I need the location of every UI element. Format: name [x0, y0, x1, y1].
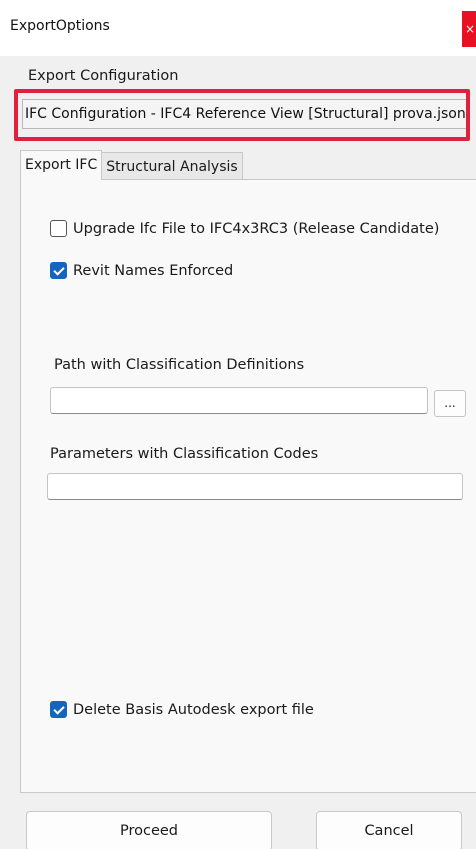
revit-names-checkbox[interactable]	[50, 262, 67, 279]
upgrade-ifc-option[interactable]: Upgrade Ifc File to IFC4x3RC3 (Release C…	[50, 220, 439, 237]
delete-basis-label: Delete Basis Autodesk export file	[73, 701, 314, 718]
classification-params-label: Parameters with Classification Codes	[50, 446, 319, 462]
tab-export-ifc[interactable]: Export IFC	[20, 150, 103, 180]
classification-path-input[interactable]	[50, 387, 428, 414]
delete-basis-option[interactable]: Delete Basis Autodesk export file	[50, 701, 314, 718]
cancel-button[interactable]: Cancel	[316, 811, 462, 849]
classification-path-label: Path with Classification Definitions	[54, 357, 305, 373]
classification-params-input[interactable]	[47, 473, 463, 500]
tab-structural-analysis[interactable]: Structural Analysis	[102, 152, 243, 180]
close-icon: ×	[465, 22, 476, 36]
browse-button[interactable]: ...	[434, 390, 466, 417]
window-title: ExportOptions	[10, 18, 110, 34]
export-configuration-select[interactable]: IFC Configuration - IFC4 Reference View …	[22, 99, 466, 129]
upgrade-ifc-checkbox[interactable]	[50, 220, 67, 237]
upgrade-ifc-label: Upgrade Ifc File to IFC4x3RC3 (Release C…	[73, 220, 440, 237]
revit-names-option[interactable]: Revit Names Enforced	[50, 262, 233, 279]
tab-strip: Export IFC Structural Analysis	[20, 150, 243, 180]
revit-names-label: Revit Names Enforced	[73, 262, 234, 279]
export-configuration-label: Export Configuration	[28, 68, 179, 84]
close-button[interactable]: ×	[462, 11, 476, 47]
export-configuration-highlight: IFC Configuration - IFC4 Reference View …	[14, 89, 470, 141]
title-bar: ExportOptions ×	[0, 0, 476, 56]
delete-basis-checkbox[interactable]	[50, 701, 67, 718]
export-options-window: ExportOptions × Export Configuration IFC…	[0, 0, 476, 849]
proceed-button[interactable]: Proceed	[26, 811, 272, 849]
